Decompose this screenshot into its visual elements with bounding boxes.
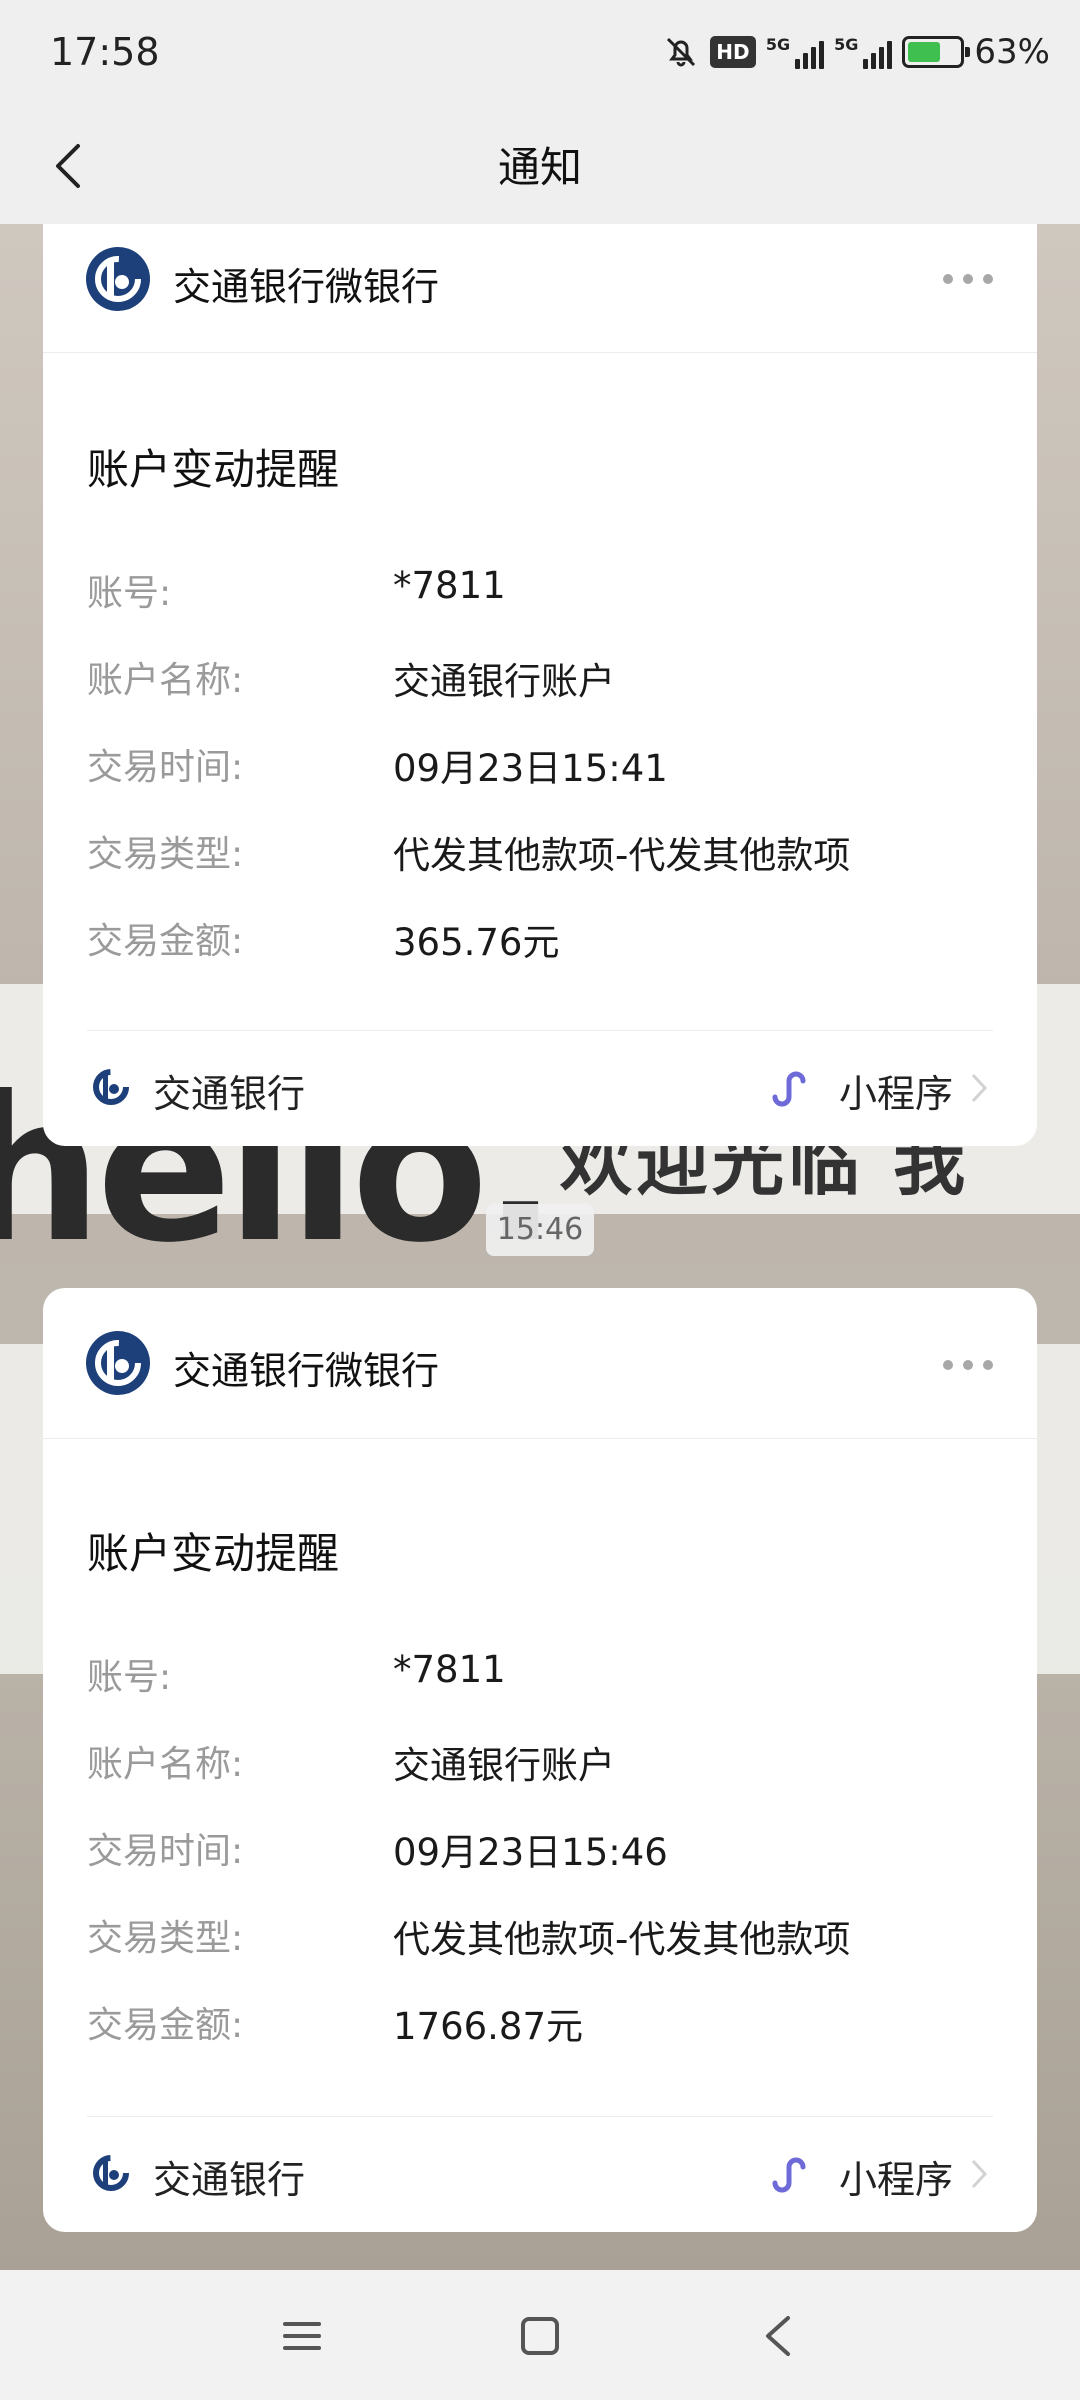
mini-program-link-icon xyxy=(772,2157,806,2193)
chevron-right-icon xyxy=(971,1073,988,1103)
mini-program-label: 小程序 xyxy=(838,2158,953,2202)
status-time: 17:58 xyxy=(50,30,160,74)
field-label: 交易金额: xyxy=(87,921,244,962)
field-value: 交通银行账户 xyxy=(393,1744,615,1787)
bocom-logo-icon xyxy=(93,2155,129,2191)
nav-back-button[interactable] xyxy=(748,2306,808,2366)
footer-bank-name: 交通银行 xyxy=(153,2158,306,2202)
bocom-logo-icon xyxy=(93,1069,129,1105)
bocom-logo-icon xyxy=(86,1331,150,1395)
card-header: 交通银行微银行 xyxy=(43,1288,1037,1439)
hd-badge: HD xyxy=(709,36,756,68)
field-value: *7811 xyxy=(393,564,506,607)
field-label: 账号: xyxy=(87,573,172,614)
field-label: 账户名称: xyxy=(87,660,244,701)
field-value: 09月23日15:46 xyxy=(393,1831,668,1874)
mini-program-link-icon xyxy=(772,1071,806,1107)
notice-title: 账户变动提醒 xyxy=(87,445,340,494)
time-divider: 15:46 xyxy=(486,1204,594,1256)
field-list: 账号: *7811 账户名称: 交通银行账户 交易时间: 09月23日15:46 交易… xyxy=(87,1648,993,2083)
more-dots-icon[interactable] xyxy=(943,1360,993,1372)
footer-bank-name: 交通银行 xyxy=(153,1072,306,1116)
notification-card[interactable]: 交通银行微银行 账户变动提醒 账号: *7811 账户名称: 交通银行账户 交易时间… xyxy=(43,224,1037,1146)
field-value: 代发其他款项-代发其他款项 xyxy=(393,834,851,877)
field-row-amount: 交易金额: 365.76元 xyxy=(87,912,993,999)
field-label: 交易金额: xyxy=(87,2005,244,2046)
field-row-account-name: 账户名称: 交通银行账户 xyxy=(87,1735,993,1822)
field-label: 交易时间: xyxy=(87,747,244,788)
field-row-type: 交易类型: 代发其他款项-代发其他款项 xyxy=(87,1909,993,1996)
network-type-label: 5G xyxy=(834,35,859,54)
field-value: 交通银行账户 xyxy=(393,660,615,703)
field-label: 交易类型: xyxy=(87,834,244,875)
battery-icon xyxy=(902,36,971,68)
field-row-type: 交易类型: 代发其他款项-代发其他款项 xyxy=(87,825,993,912)
title-bar: 通知 xyxy=(0,108,1080,224)
field-label: 交易时间: xyxy=(87,1831,244,1872)
signal-icon: 5G xyxy=(765,35,825,69)
nav-home-button[interactable] xyxy=(510,2306,570,2366)
field-label: 交易类型: xyxy=(87,1918,244,1959)
network-type-label: 5G xyxy=(765,35,791,54)
card-header: 交通银行微银行 xyxy=(43,224,1037,353)
sender-name[interactable]: 交通银行微银行 xyxy=(173,256,439,311)
field-value: *7811 xyxy=(393,1648,506,1691)
nav-back-icon xyxy=(766,2316,790,2356)
field-row-account-name: 账户名称: 交通银行账户 xyxy=(87,651,993,738)
status-icons: HD 5G 5G 63% xyxy=(662,30,1050,74)
signal-icon: 5G xyxy=(834,35,893,69)
field-label: 账号: xyxy=(87,1657,172,1698)
notice-title: 账户变动提醒 xyxy=(87,1529,340,1578)
field-label: 账户名称: xyxy=(87,1744,244,1785)
field-value: 代发其他款项-代发其他款项 xyxy=(393,1918,851,1961)
chevron-right-icon xyxy=(971,2159,988,2189)
status-bar: 17:58 HD 5G 5G 63% xyxy=(0,0,1080,108)
field-value: 1766.87元 xyxy=(393,2005,584,2048)
field-row-time: 交易时间: 09月23日15:46 xyxy=(87,1822,993,1909)
sender-name[interactable]: 交通银行微银行 xyxy=(173,1340,439,1395)
nav-menu-button[interactable] xyxy=(272,2306,332,2366)
field-row-account: 账号: *7811 xyxy=(87,564,993,651)
field-list: 账号: *7811 账户名称: 交通银行账户 交易时间: 09月23日15:41 交易… xyxy=(87,564,993,999)
mini-program-footer[interactable]: 交通银行 小程序 xyxy=(87,2116,993,2233)
field-row-account: 账号: *7811 xyxy=(87,1648,993,1735)
notification-card[interactable]: 交通银行微银行 账户变动提醒 账号: *7811 账户名称: 交通银行账户 交易时间… xyxy=(43,1288,1037,2232)
home-square-icon xyxy=(521,2317,559,2355)
system-nav-bar xyxy=(0,2270,1080,2400)
field-row-time: 交易时间: 09月23日15:41 xyxy=(87,738,993,825)
menu-icon xyxy=(283,2322,321,2350)
silent-bell-icon xyxy=(666,37,695,67)
page-title: 通知 xyxy=(497,143,582,192)
bocom-logo-icon xyxy=(86,247,150,311)
field-value: 365.76元 xyxy=(393,921,560,964)
field-row-amount: 交易金额: 1766.87元 xyxy=(87,1996,993,2083)
mini-program-label: 小程序 xyxy=(838,1072,953,1116)
battery-percent: 63% xyxy=(974,32,1050,72)
field-value: 09月23日15:41 xyxy=(393,747,668,790)
mini-program-footer[interactable]: 交通银行 小程序 xyxy=(87,1030,993,1147)
more-dots-icon[interactable] xyxy=(943,274,993,286)
